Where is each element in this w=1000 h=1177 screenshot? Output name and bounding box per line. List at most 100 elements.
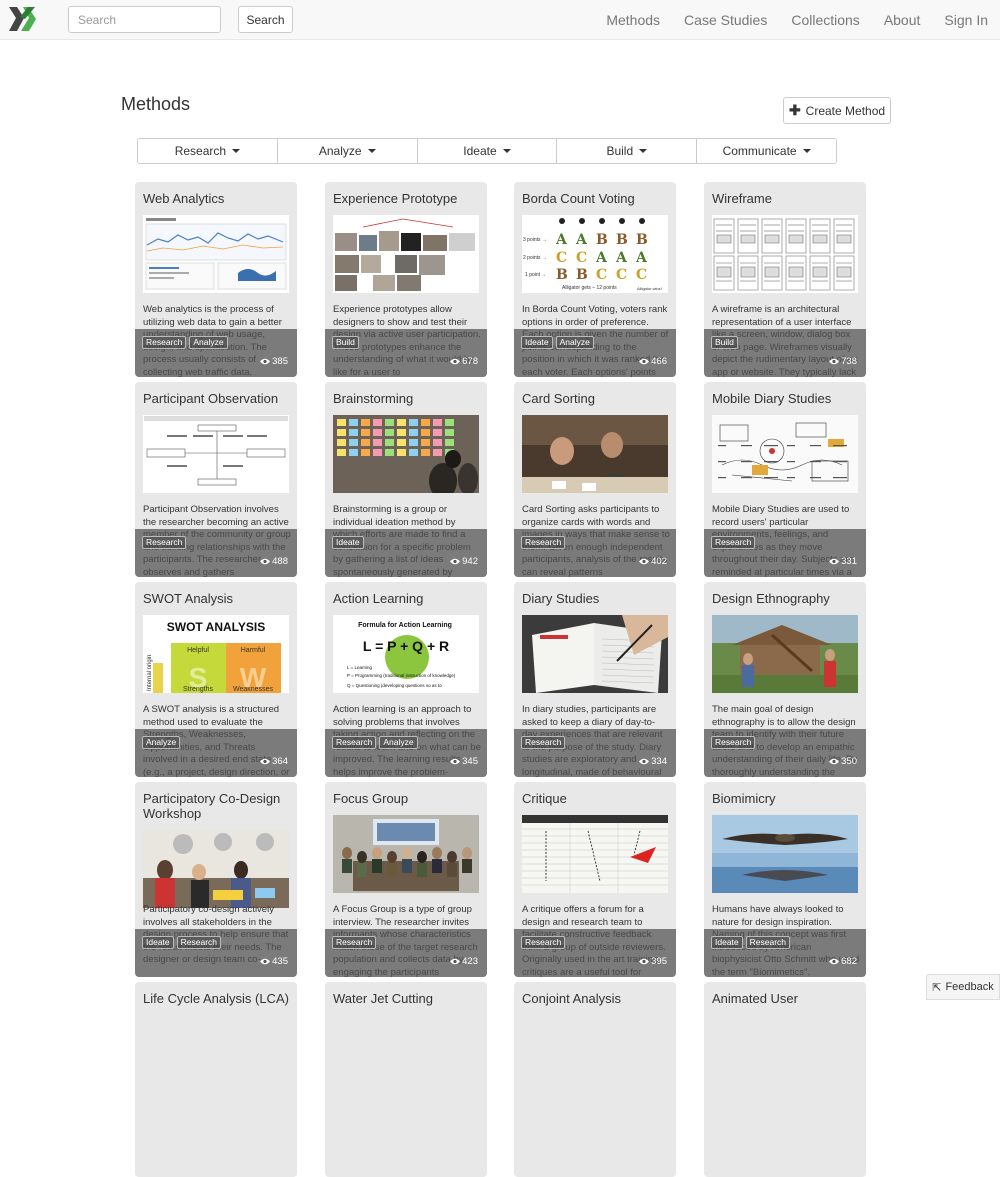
- method-card[interactable]: Web Analytics Web analytics is the proces…: [135, 182, 297, 377]
- search-input[interactable]: [68, 6, 221, 33]
- method-card[interactable]: Experience Prototype Experience prototype…: [325, 182, 487, 377]
- svg-text:B: B: [616, 232, 628, 248]
- tag-build[interactable]: Build: [711, 336, 738, 349]
- method-card[interactable]: Brainstorming Brainstorming is a group or…: [325, 382, 487, 577]
- card-title[interactable]: Design Ethnography: [712, 591, 860, 606]
- tag-research[interactable]: Research: [332, 736, 377, 749]
- filter-build[interactable]: Build: [557, 139, 698, 163]
- svg-text:Internal origin: Internal origin: [147, 655, 153, 691]
- method-card[interactable]: Borda Count Voting 3 points → 2 points → 1 …: [514, 182, 676, 377]
- method-card[interactable]: Diary Studies In diary studies, participa…: [514, 582, 676, 777]
- tag-research[interactable]: Research: [142, 536, 187, 549]
- tag-analyze[interactable]: Analyze: [379, 736, 418, 749]
- analytics-dashboard-image[interactable]: [143, 215, 289, 293]
- tag-research[interactable]: Research: [521, 536, 566, 549]
- tag-ideate[interactable]: Ideate: [521, 336, 553, 349]
- card-title[interactable]: Life Cycle Analysis (LCA): [143, 991, 291, 1006]
- method-card[interactable]: Animated User: [704, 982, 866, 1177]
- logo-icon[interactable]: [7, 5, 37, 33]
- tag-research[interactable]: Research: [142, 336, 187, 349]
- card-title[interactable]: Biomimicry: [712, 791, 860, 806]
- tag-analyze[interactable]: Analyze: [142, 736, 181, 749]
- prototype-collage-image[interactable]: [333, 215, 479, 293]
- tag-research[interactable]: Research: [332, 936, 377, 949]
- filter-research[interactable]: Research: [138, 139, 278, 163]
- action-formula-image[interactable]: Formula for Action Learning L = P + Q + R…: [333, 615, 479, 693]
- nav-link-case-studies[interactable]: Case Studies: [684, 12, 767, 28]
- tag-analyze[interactable]: Analyze: [189, 336, 228, 349]
- method-card[interactable]: Participatory Co-Design Workshop Particip…: [135, 782, 297, 977]
- tag-ideate[interactable]: Ideate: [711, 936, 743, 949]
- tag-ideate[interactable]: Ideate: [332, 536, 364, 549]
- diary-photo-image[interactable]: [522, 615, 668, 693]
- critique-chart-image[interactable]: [522, 815, 668, 893]
- card-title[interactable]: Card Sorting: [522, 391, 670, 406]
- method-card[interactable]: Critique A critique offers a forum for a …: [514, 782, 676, 977]
- filter-analyze[interactable]: Analyze: [277, 139, 418, 163]
- svg-text:2 points →: 2 points →: [523, 255, 547, 261]
- card-title[interactable]: Brainstorming: [333, 391, 481, 406]
- feedback-button[interactable]: ⇱ Feedback: [926, 974, 1000, 1000]
- svg-text:C: C: [616, 267, 627, 283]
- method-card[interactable]: Action Learning Formula for Action Learni…: [325, 582, 487, 777]
- card-title[interactable]: Participant Observation: [143, 391, 291, 406]
- card-title[interactable]: Participatory Co-Design Workshop: [143, 791, 291, 821]
- nav-link-collections[interactable]: Collections: [791, 12, 859, 28]
- view-count: 334: [639, 756, 667, 767]
- method-card[interactable]: SWOT Analysis SWOT ANALYSIS Helpful Harmful…: [135, 582, 297, 777]
- card-title[interactable]: Experience Prototype: [333, 191, 481, 206]
- card-title[interactable]: SWOT Analysis: [143, 591, 291, 606]
- svg-text:B: B: [596, 232, 608, 248]
- tag-analyze[interactable]: Analyze: [555, 336, 594, 349]
- method-card[interactable]: Life Cycle Analysis (LCA): [135, 982, 297, 1177]
- observation-diagram-image[interactable]: [143, 415, 289, 493]
- tag-research[interactable]: Research: [745, 936, 791, 949]
- nav-link-about[interactable]: About: [884, 12, 921, 28]
- focus-group-photo-image[interactable]: [333, 815, 479, 893]
- card-title[interactable]: Wireframe: [712, 191, 860, 206]
- card-title[interactable]: Water Jet Cutting: [333, 991, 481, 1006]
- card-title[interactable]: Animated User: [712, 991, 860, 1006]
- method-card[interactable]: Biomimicry Humans have always looked to n…: [704, 782, 866, 977]
- method-card[interactable]: Water Jet Cutting: [325, 982, 487, 1177]
- borda-chart-image[interactable]: 3 points → 2 points → 1 point → Alligator g…: [522, 215, 668, 293]
- card-title[interactable]: Conjoint Analysis: [522, 991, 670, 1006]
- card-title[interactable]: Focus Group: [333, 791, 481, 806]
- filter-communicate[interactable]: Communicate: [697, 139, 836, 163]
- method-card[interactable]: Conjoint Analysis: [514, 982, 676, 1177]
- search-button[interactable]: Search: [238, 6, 293, 33]
- nav-link-sign-in[interactable]: Sign In: [944, 12, 988, 28]
- tag-build[interactable]: Build: [332, 336, 359, 349]
- card-sorting-photo-image[interactable]: [522, 415, 668, 493]
- ethnography-photo-image[interactable]: [712, 615, 858, 693]
- filter-label: Ideate: [463, 144, 497, 158]
- tag-research[interactable]: Research: [711, 736, 756, 749]
- tag-research[interactable]: Research: [521, 936, 566, 949]
- card-title[interactable]: Action Learning: [333, 591, 481, 606]
- workshop-photo-image[interactable]: [143, 830, 289, 908]
- swot-matrix-image[interactable]: SWOT ANALYSIS Helpful Harmful Strengths Weak…: [143, 615, 289, 693]
- method-card[interactable]: Focus Group A Focus Group is a type of gr…: [325, 782, 487, 977]
- method-card[interactable]: Participant Observation Participant Obser…: [135, 382, 297, 577]
- method-card[interactable]: Mobile Diary Studies Mobile Diary Studies…: [704, 382, 866, 577]
- svg-text:A: A: [595, 250, 608, 266]
- method-card[interactable]: Design Ethnography The main goal of desig…: [704, 582, 866, 777]
- tag-research[interactable]: Research: [521, 736, 566, 749]
- card-title[interactable]: Critique: [522, 791, 670, 806]
- card-title[interactable]: Diary Studies: [522, 591, 670, 606]
- method-card[interactable]: Wireframe A wireframe is an architectural…: [704, 182, 866, 377]
- tag-ideate[interactable]: Ideate: [142, 936, 174, 949]
- card-title[interactable]: Borda Count Voting: [522, 191, 670, 206]
- method-card[interactable]: Card Sorting Card Sorting asks participan…: [514, 382, 676, 577]
- card-title[interactable]: Web Analytics: [143, 191, 291, 206]
- biomimicry-photo-image[interactable]: [712, 815, 858, 893]
- card-title[interactable]: Mobile Diary Studies: [712, 391, 860, 406]
- tag-research[interactable]: Research: [711, 536, 756, 549]
- create-method-button[interactable]: ✚ Create Method: [783, 97, 891, 124]
- wireframe-grid-image[interactable]: [712, 215, 858, 293]
- tag-research[interactable]: Research: [176, 936, 222, 949]
- nav-link-methods[interactable]: Methods: [606, 12, 660, 28]
- filter-ideate[interactable]: Ideate: [417, 139, 558, 163]
- sticky-notes-photo-image[interactable]: [333, 415, 479, 493]
- sketch-notes-image[interactable]: [712, 415, 858, 493]
